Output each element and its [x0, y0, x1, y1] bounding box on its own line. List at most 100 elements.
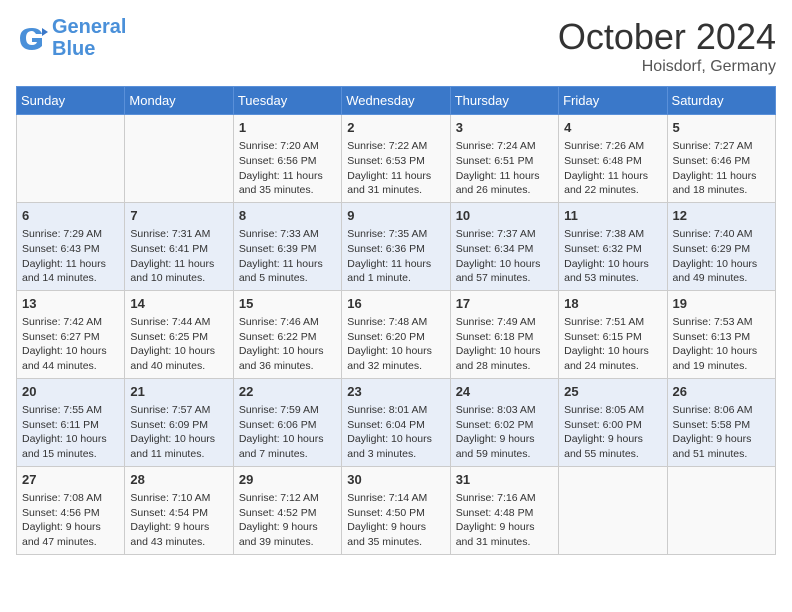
day-number: 6: [22, 207, 119, 225]
day-number: 14: [130, 295, 227, 313]
logo-line2: Blue: [52, 38, 95, 60]
day-info: Sunrise: 7:55 AM Sunset: 6:11 PM Dayligh…: [22, 403, 119, 462]
month-title: October 2024: [558, 16, 776, 58]
day-info: Sunrise: 7:59 AM Sunset: 6:06 PM Dayligh…: [239, 403, 336, 462]
day-number: 5: [673, 119, 770, 137]
day-info: Sunrise: 7:29 AM Sunset: 6:43 PM Dayligh…: [22, 227, 119, 286]
calendar-cell: 12 Sunrise: 7:40 AM Sunset: 6:29 PM Dayli…: [667, 202, 775, 290]
location: Hoisdorf, Germany: [558, 58, 776, 76]
day-number: 12: [673, 207, 770, 225]
calendar-body: 1 Sunrise: 7:20 AM Sunset: 6:56 PM Daylig…: [17, 115, 776, 555]
calendar-cell: 21Sunrise: 7:57 AM Sunset: 6:09 PM Dayli…: [125, 378, 233, 466]
calendar-week-row: 6 Sunrise: 7:29 AM Sunset: 6:43 PM Daylig…: [17, 202, 776, 290]
logo: General Blue: [16, 16, 126, 60]
calendar-cell: 19 Sunrise: 7:53 AM Sunset: 6:13 PM Dayli…: [667, 290, 775, 378]
day-info: Sunrise: 7:16 AM Sunset: 4:48 PM Dayligh…: [456, 491, 553, 550]
calendar-week-row: 20 Sunrise: 7:55 AM Sunset: 6:11 PM Dayli…: [17, 378, 776, 466]
logo-line1: General: [52, 16, 126, 38]
day-info: Sunrise: 7:46 AM Sunset: 6:22 PM Dayligh…: [239, 315, 336, 374]
calendar-cell: 5Sunrise: 7:27 AM Sunset: 6:46 PM Daylig…: [667, 115, 775, 203]
calendar-header: SundayMondayTuesdayWednesdayThursdayFrid…: [17, 87, 776, 115]
calendar-cell: 8 Sunrise: 7:33 AM Sunset: 6:39 PM Daylig…: [233, 202, 341, 290]
day-number: 21: [130, 383, 227, 401]
calendar-table: SundayMondayTuesdayWednesdayThursdayFrid…: [16, 86, 776, 555]
day-info: Sunrise: 7:48 AM Sunset: 6:20 PM Dayligh…: [347, 315, 444, 374]
day-info: Sunrise: 8:05 AM Sunset: 6:00 PM Dayligh…: [564, 403, 661, 462]
calendar-cell: 26 Sunrise: 8:06 AM Sunset: 5:58 PM Dayli…: [667, 378, 775, 466]
logo-text: General Blue: [52, 16, 126, 60]
weekday-header: Sunday: [17, 87, 125, 115]
calendar-cell: 2 Sunrise: 7:22 AM Sunset: 6:53 PM Daylig…: [342, 115, 450, 203]
day-number: 7: [130, 207, 227, 225]
calendar-cell: 23Sunrise: 8:01 AM Sunset: 6:04 PM Dayli…: [342, 378, 450, 466]
calendar-week-row: 1 Sunrise: 7:20 AM Sunset: 6:56 PM Daylig…: [17, 115, 776, 203]
day-number: 26: [673, 383, 770, 401]
calendar-cell: 14Sunrise: 7:44 AM Sunset: 6:25 PM Dayli…: [125, 290, 233, 378]
weekday-header: Monday: [125, 87, 233, 115]
calendar-cell: 22 Sunrise: 7:59 AM Sunset: 6:06 PM Dayli…: [233, 378, 341, 466]
day-number: 31: [456, 471, 553, 489]
calendar-cell: [17, 115, 125, 203]
calendar-cell: 25 Sunrise: 8:05 AM Sunset: 6:00 PM Dayli…: [559, 378, 667, 466]
calendar-cell: [667, 466, 775, 554]
day-number: 18: [564, 295, 661, 313]
day-number: 25: [564, 383, 661, 401]
title-block: October 2024 Hoisdorf, Germany: [558, 16, 776, 76]
calendar-cell: 13 Sunrise: 7:42 AM Sunset: 6:27 PM Dayli…: [17, 290, 125, 378]
day-number: 10: [456, 207, 553, 225]
weekday-header: Tuesday: [233, 87, 341, 115]
day-number: 29: [239, 471, 336, 489]
day-number: 30: [347, 471, 444, 489]
weekday-header: Friday: [559, 87, 667, 115]
calendar-week-row: 13 Sunrise: 7:42 AM Sunset: 6:27 PM Dayli…: [17, 290, 776, 378]
calendar-cell: 10Sunrise: 7:37 AM Sunset: 6:34 PM Dayli…: [450, 202, 558, 290]
day-number: 24: [456, 383, 553, 401]
day-info: Sunrise: 7:20 AM Sunset: 6:56 PM Dayligh…: [239, 139, 336, 198]
weekday-header: Thursday: [450, 87, 558, 115]
day-info: Sunrise: 7:10 AM Sunset: 4:54 PM Dayligh…: [130, 491, 227, 550]
day-number: 16: [347, 295, 444, 313]
calendar-cell: 15Sunrise: 7:46 AM Sunset: 6:22 PM Dayli…: [233, 290, 341, 378]
day-number: 19: [673, 295, 770, 313]
day-info: Sunrise: 7:22 AM Sunset: 6:53 PM Dayligh…: [347, 139, 444, 198]
day-info: Sunrise: 7:40 AM Sunset: 6:29 PM Dayligh…: [673, 227, 770, 286]
calendar-cell: [559, 466, 667, 554]
day-number: 2: [347, 119, 444, 137]
day-number: 22: [239, 383, 336, 401]
day-number: 1: [239, 119, 336, 137]
calendar-cell: 9Sunrise: 7:35 AM Sunset: 6:36 PM Daylig…: [342, 202, 450, 290]
day-number: 3: [456, 119, 553, 137]
logo-icon: [16, 22, 48, 54]
day-info: Sunrise: 7:08 AM Sunset: 4:56 PM Dayligh…: [22, 491, 119, 550]
calendar-cell: 6 Sunrise: 7:29 AM Sunset: 6:43 PM Daylig…: [17, 202, 125, 290]
weekday-header: Wednesday: [342, 87, 450, 115]
day-info: Sunrise: 7:33 AM Sunset: 6:39 PM Dayligh…: [239, 227, 336, 286]
calendar-cell: 20 Sunrise: 7:55 AM Sunset: 6:11 PM Dayli…: [17, 378, 125, 466]
calendar-cell: 30Sunrise: 7:14 AM Sunset: 4:50 PM Dayli…: [342, 466, 450, 554]
day-number: 13: [22, 295, 119, 313]
day-info: Sunrise: 8:03 AM Sunset: 6:02 PM Dayligh…: [456, 403, 553, 462]
day-info: Sunrise: 7:51 AM Sunset: 6:15 PM Dayligh…: [564, 315, 661, 374]
day-number: 11: [564, 207, 661, 225]
day-number: 23: [347, 383, 444, 401]
day-info: Sunrise: 7:53 AM Sunset: 6:13 PM Dayligh…: [673, 315, 770, 374]
day-number: 4: [564, 119, 661, 137]
day-number: 20: [22, 383, 119, 401]
calendar-cell: 29Sunrise: 7:12 AM Sunset: 4:52 PM Dayli…: [233, 466, 341, 554]
day-number: 28: [130, 471, 227, 489]
day-info: Sunrise: 7:42 AM Sunset: 6:27 PM Dayligh…: [22, 315, 119, 374]
calendar-week-row: 27Sunrise: 7:08 AM Sunset: 4:56 PM Dayli…: [17, 466, 776, 554]
calendar-cell: 4 Sunrise: 7:26 AM Sunset: 6:48 PM Daylig…: [559, 115, 667, 203]
calendar-cell: 17Sunrise: 7:49 AM Sunset: 6:18 PM Dayli…: [450, 290, 558, 378]
day-info: Sunrise: 7:26 AM Sunset: 6:48 PM Dayligh…: [564, 139, 661, 198]
weekday-header: Saturday: [667, 87, 775, 115]
day-info: Sunrise: 7:31 AM Sunset: 6:41 PM Dayligh…: [130, 227, 227, 286]
day-info: Sunrise: 7:24 AM Sunset: 6:51 PM Dayligh…: [456, 139, 553, 198]
calendar-cell: 27Sunrise: 7:08 AM Sunset: 4:56 PM Dayli…: [17, 466, 125, 554]
page-header: General Blue October 2024 Hoisdorf, Germ…: [16, 16, 776, 76]
day-info: Sunrise: 8:06 AM Sunset: 5:58 PM Dayligh…: [673, 403, 770, 462]
calendar-cell: [125, 115, 233, 203]
day-number: 8: [239, 207, 336, 225]
calendar-cell: 3 Sunrise: 7:24 AM Sunset: 6:51 PM Daylig…: [450, 115, 558, 203]
calendar-cell: 16 Sunrise: 7:48 AM Sunset: 6:20 PM Dayli…: [342, 290, 450, 378]
